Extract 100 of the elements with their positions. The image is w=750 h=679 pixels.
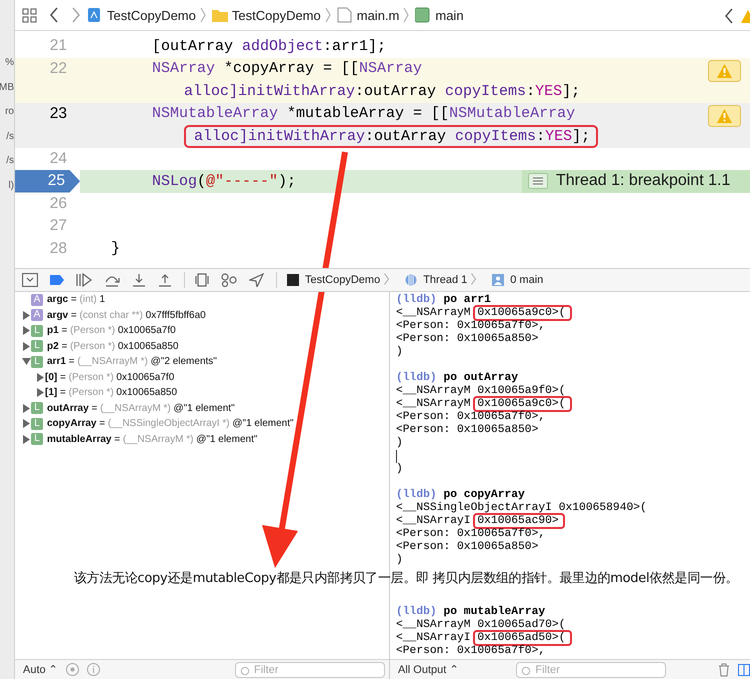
location-icon[interactable] xyxy=(249,273,264,287)
collapsed-triangle-icon[interactable] xyxy=(22,434,30,444)
console-line: (lldb) po mutableArray xyxy=(396,606,546,618)
continue-icon[interactable] xyxy=(76,273,92,287)
text-cursor xyxy=(396,450,397,463)
line-number: 21 xyxy=(48,36,68,56)
file-icon xyxy=(336,7,353,23)
console-line: (lldb) po copyArray xyxy=(396,489,526,502)
variable-entry[interactable]: argc = (int) 1 xyxy=(47,294,106,306)
sidebar-text: % xyxy=(5,56,14,70)
variable-entry[interactable]: argv = (const char **) 0x7fff5fbff6a0 xyxy=(47,310,206,321)
code-line: NSArray *copyArray = [[NSArray xyxy=(152,59,422,78)
variable-entry[interactable]: outArray = (__NSArrayM *) @"1 element" xyxy=(47,402,235,414)
console-line: <Person: 0x10065a850> xyxy=(396,424,540,436)
console-line: <Person: 0x10065a850> xyxy=(396,541,540,554)
variable-entry[interactable]: [0] = (Person *) 0x10065a7f0 xyxy=(45,372,174,383)
variable-entry[interactable]: p1 = (Person *) 0x10065a7f0 xyxy=(47,325,176,336)
collapsed-triangle-icon[interactable] xyxy=(22,404,30,413)
code-line: } xyxy=(111,239,120,258)
scope-badge: L xyxy=(31,356,43,368)
folder-icon xyxy=(212,7,228,23)
console-line: <Person: 0x10065a850> xyxy=(396,333,540,346)
app-icon xyxy=(87,7,103,23)
collapsed-triangle-icon[interactable] xyxy=(36,388,44,398)
chevron-icon xyxy=(324,7,331,23)
variable-entry[interactable]: copyArray = (__NSSingleObjectArrayI *) @"1 element" xyxy=(47,418,294,430)
code-line: NSMutableArray *mutableArray = [[NSMutableArray xyxy=(152,104,576,124)
console-line: <__NSSingleObjectArrayI 0x100658940>( xyxy=(396,502,648,515)
chevron-icon xyxy=(403,7,410,23)
expanded-triangle-icon[interactable] xyxy=(22,357,30,366)
scope-badge: L xyxy=(31,433,43,446)
breakpoint-label: Thread 1: breakpoint 1.1 xyxy=(556,172,730,190)
thread-icon xyxy=(405,274,418,286)
console-line: ) xyxy=(396,463,404,476)
console-line: <Person: 0x10065a7f0>, xyxy=(396,645,546,658)
collapsed-triangle-icon[interactable] xyxy=(22,310,30,320)
console-line: ) xyxy=(396,554,404,567)
scope-badge: A xyxy=(31,294,43,306)
back-icon[interactable] xyxy=(724,8,734,24)
scope-badge: L xyxy=(31,402,43,414)
console-line: <__NSArrayM 0x10065ad70>( xyxy=(396,619,566,632)
variable-entry[interactable]: arr1 = (__NSArrayM *) @"2 elements" xyxy=(47,356,217,368)
code-line: [outArray addObject:arr1]; xyxy=(152,36,386,56)
console-line: ) xyxy=(396,346,404,359)
code-line: NSLog(@"-----"); xyxy=(152,172,296,191)
collapsed-triangle-icon[interactable] xyxy=(22,419,30,428)
breadcrumb-item[interactable]: main.m xyxy=(356,8,400,22)
breadcrumb-item[interactable]: TestCopyDemo xyxy=(305,274,380,286)
breadcrumb-item[interactable]: Thread 1 xyxy=(423,274,468,286)
collapsed-triangle-icon[interactable] xyxy=(22,342,30,351)
sidebar-text: MB xyxy=(0,80,14,94)
breadcrumb-item[interactable]: main xyxy=(435,8,464,22)
variable-entry[interactable]: mutableArray = (__NSArrayM *) @"1 element" xyxy=(47,434,258,445)
step-into-icon[interactable] xyxy=(132,273,146,287)
code-line: alloc]initWithArray:outArray copyItems:YES]; xyxy=(184,82,580,101)
line-number: 23 xyxy=(48,104,68,124)
filter-field[interactable]: Filter xyxy=(516,662,666,678)
console-line: <Person: 0x10065a7f0>, xyxy=(396,528,546,541)
step-out-icon[interactable] xyxy=(158,273,172,287)
scope-badge: L xyxy=(31,418,43,430)
trash-icon[interactable] xyxy=(718,662,730,676)
split-view-icon[interactable] xyxy=(738,664,750,676)
output-menu[interactable]: All Output ⌃ xyxy=(398,663,458,676)
breakpoint-line-number[interactable]: 25 xyxy=(15,170,80,192)
chevron-icon xyxy=(471,272,476,284)
scope-menu[interactable]: Auto ⌃ xyxy=(23,663,58,676)
scope-badge: L xyxy=(31,340,43,352)
line-number: 26 xyxy=(48,194,68,214)
variable-entry[interactable]: [1] = (Person *) 0x10065a850 xyxy=(45,387,178,398)
scope-badge: L xyxy=(31,324,43,337)
chevron-icon xyxy=(200,7,206,23)
collapsed-triangle-icon[interactable] xyxy=(22,326,30,336)
breadcrumb-item[interactable]: 0 main xyxy=(510,274,544,286)
view-hierarchy-icon[interactable] xyxy=(195,273,209,287)
grid-icon[interactable] xyxy=(22,8,37,22)
person-icon xyxy=(492,274,504,286)
breadcrumb-item[interactable]: TestCopyDemo xyxy=(232,8,321,22)
variable-entry[interactable]: p2 = (Person *) 0x10065a850 xyxy=(47,340,178,352)
filter-field[interactable]: Filter xyxy=(235,662,385,678)
console-line: <Person: 0x10065a7f0>, xyxy=(396,320,546,333)
line-number: 28 xyxy=(48,238,68,258)
memory-graph-icon[interactable] xyxy=(221,273,237,287)
console-line: <__NSArrayI 0x10065ac90> xyxy=(396,515,750,528)
line-number: 24 xyxy=(48,148,68,168)
sidebar-text: /s xyxy=(6,154,14,168)
console-line: <__NSArrayM 0x10065a9c0>( xyxy=(396,307,750,320)
breakpoint-icon[interactable] xyxy=(50,275,64,285)
back-icon[interactable] xyxy=(49,7,59,23)
breadcrumb-item[interactable]: TestCopyDemo xyxy=(107,8,196,22)
line-number: 27 xyxy=(48,216,68,236)
list-icon[interactable] xyxy=(528,173,548,190)
sidebar-text: /s xyxy=(6,130,14,144)
scope-badge: A xyxy=(31,309,43,322)
collapsed-triangle-icon[interactable] xyxy=(36,372,44,382)
chevron-icon xyxy=(384,272,390,284)
hide-console-icon[interactable] xyxy=(22,273,38,287)
console-line: <__NSArrayM 0x10065a9c0>( xyxy=(396,398,750,411)
sidebar-text: l) xyxy=(8,178,14,192)
sidebar-text: ro xyxy=(5,105,14,119)
console-line: (lldb) po outArray xyxy=(396,372,520,384)
